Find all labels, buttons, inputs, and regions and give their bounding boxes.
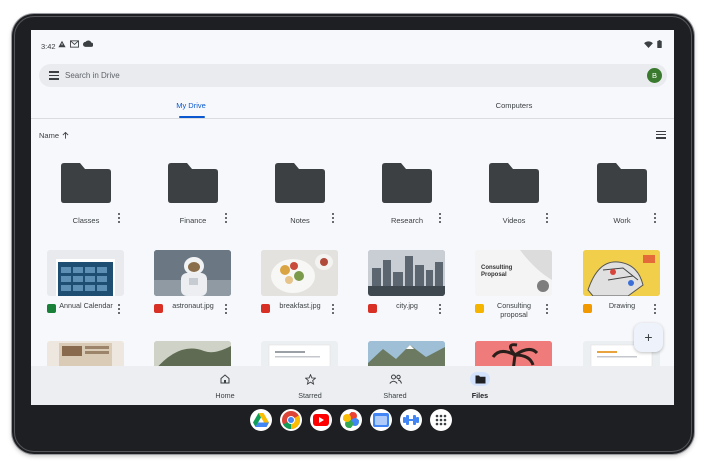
nav-home[interactable]: Home <box>195 370 255 404</box>
image-icon <box>368 304 377 313</box>
file-thumbnail <box>261 250 338 296</box>
home-icon <box>220 374 230 384</box>
status-time: 3:42 <box>41 42 56 51</box>
more-options-icon[interactable] <box>544 303 550 315</box>
more-options-icon[interactable] <box>652 212 658 224</box>
folder-icon <box>275 163 325 203</box>
more-options-icon[interactable] <box>437 303 443 315</box>
files-app-icon[interactable] <box>370 409 392 431</box>
new-button[interactable]: + <box>634 323 663 352</box>
folder-item[interactable]: Notes <box>255 163 345 235</box>
folder-item[interactable]: Videos <box>469 163 559 235</box>
folder-icon <box>168 163 218 203</box>
folder-item[interactable]: Work <box>577 163 667 235</box>
mail-icon <box>70 40 79 48</box>
more-options-icon[interactable] <box>223 212 229 224</box>
nav-label: Files <box>471 391 489 400</box>
app-shelf <box>250 409 452 431</box>
tab-computers[interactable]: Computers <box>484 93 544 119</box>
more-options-icon[interactable] <box>223 303 229 315</box>
file-thumbnail <box>47 250 124 296</box>
file-name: city.jpg <box>396 301 418 310</box>
folder-icon <box>475 375 485 383</box>
account-avatar[interactable]: B <box>647 68 662 83</box>
file-thumbnail: Consulting Proposal <box>475 250 552 296</box>
more-options-icon[interactable] <box>437 212 443 224</box>
list-view-icon[interactable] <box>656 131 666 139</box>
drive-app-icon[interactable] <box>250 409 272 431</box>
folder-item[interactable]: Finance <box>148 163 238 235</box>
file-name: breakfast.jpg <box>279 301 321 310</box>
warning-icon <box>58 40 66 48</box>
star-icon <box>304 373 316 385</box>
folder-icon <box>597 163 647 203</box>
sort-control[interactable]: Name <box>39 131 69 140</box>
nav-label: Starred <box>298 391 322 400</box>
image-icon <box>261 304 270 313</box>
launcher-icon[interactable] <box>430 409 452 431</box>
nav-label: Home <box>215 391 235 400</box>
active-tab-indicator <box>179 116 205 118</box>
youtube-app-icon[interactable] <box>310 409 332 431</box>
arrow-up-icon <box>62 132 69 139</box>
file-name: Annual Calendar <box>59 301 113 310</box>
sheets-icon <box>47 304 56 313</box>
more-options-icon[interactable] <box>116 212 122 224</box>
file-thumbnail <box>368 250 445 296</box>
more-options-icon[interactable] <box>116 303 122 315</box>
file-name: Consulting proposal <box>497 301 531 319</box>
drawing-icon <box>583 304 592 313</box>
nav-shared[interactable]: Shared <box>365 370 425 404</box>
slides-icon <box>475 304 484 313</box>
drive-app-screen: 3:42 B My Drive Computers Name Classes F <box>31 30 674 405</box>
menu-icon[interactable] <box>49 71 59 80</box>
file-thumbnail <box>583 250 660 296</box>
more-options-icon[interactable] <box>330 212 336 224</box>
more-options-icon[interactable] <box>544 212 550 224</box>
nav-files[interactable]: Files <box>450 370 510 404</box>
more-options-icon[interactable] <box>330 303 336 315</box>
more-options-icon[interactable] <box>652 303 658 315</box>
folder-item[interactable]: Research <box>362 163 452 235</box>
nav-starred[interactable]: Starred <box>280 370 340 404</box>
fitness-app-icon[interactable] <box>400 409 422 431</box>
image-icon <box>154 304 163 313</box>
status-notification-icons <box>58 40 93 48</box>
photos-app-icon[interactable] <box>340 409 362 431</box>
file-name: Drawing <box>608 301 636 310</box>
file-name: astronaut.jpg <box>172 301 214 310</box>
folder-item[interactable]: Classes <box>41 163 131 235</box>
file-thumbnail <box>154 250 231 296</box>
drive-tabs: My Drive Computers <box>31 93 674 119</box>
nav-label: Shared <box>383 391 407 400</box>
bottom-navigation: Home Starred Shared Files <box>31 366 674 405</box>
folder-icon <box>382 163 432 203</box>
cloud-icon <box>83 40 93 47</box>
search-input[interactable] <box>65 67 625 84</box>
people-icon <box>388 374 402 384</box>
thumbnail-title: Consulting Proposal <box>481 265 513 278</box>
folder-icon <box>489 163 539 203</box>
wifi-icon <box>644 40 653 48</box>
status-system-icons <box>644 40 662 48</box>
battery-icon <box>657 40 662 48</box>
search-bar[interactable]: B <box>39 64 667 87</box>
status-bar: 3:42 <box>31 30 674 60</box>
folder-icon <box>61 163 111 203</box>
sort-label: Name <box>39 131 60 140</box>
chrome-app-icon[interactable] <box>280 409 302 431</box>
